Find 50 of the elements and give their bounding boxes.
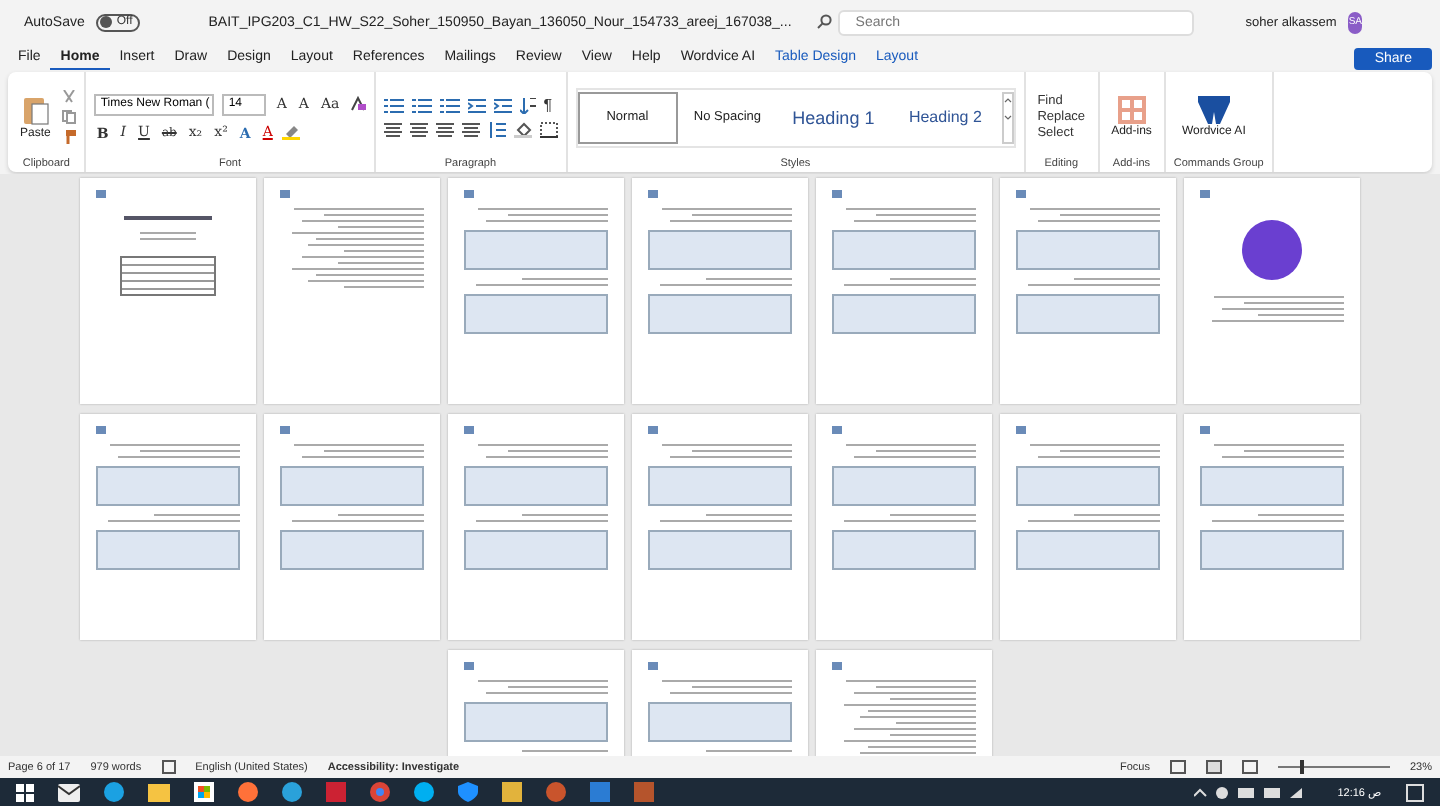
page-thumbnail[interactable]	[448, 414, 624, 640]
indent-icon[interactable]	[467, 97, 486, 113]
page-thumbnail[interactable]	[1000, 414, 1176, 640]
proofing-icon[interactable]	[161, 760, 176, 774]
store-icon[interactable]	[194, 782, 214, 802]
copy-icon[interactable]	[62, 110, 77, 124]
page-thumbnail[interactable]	[632, 414, 808, 640]
view-mode-icon[interactable]	[1241, 760, 1258, 774]
sort-icon[interactable]	[519, 97, 536, 113]
view-mode-icon[interactable]	[1169, 760, 1186, 774]
shield-icon[interactable]	[458, 782, 478, 802]
zoom-slider-thumb[interactable]	[1300, 760, 1305, 774]
align-icon[interactable]	[383, 122, 402, 138]
page-thumbnail[interactable]	[1184, 414, 1360, 640]
page-thumbnail[interactable]	[80, 178, 256, 404]
grid-icon	[1117, 96, 1146, 124]
page-thumbnail[interactable]	[448, 178, 624, 404]
list-icon[interactable]	[383, 97, 404, 113]
align-icon[interactable]	[409, 122, 428, 138]
indent-icon[interactable]	[493, 97, 512, 113]
page-thumbnail[interactable]	[264, 178, 440, 404]
page-thumbnail[interactable]	[816, 414, 992, 640]
mail-icon[interactable]	[58, 783, 80, 801]
notification-icon[interactable]	[1406, 783, 1424, 801]
align-icon[interactable]	[461, 122, 480, 138]
highlight-icon[interactable]	[282, 124, 301, 140]
shading-icon[interactable]	[513, 122, 532, 138]
list-icon[interactable]	[411, 97, 432, 113]
line-spacing-icon[interactable]	[487, 122, 506, 138]
clear-formatting-icon[interactable]	[349, 96, 366, 112]
view-mode-icon[interactable]	[1205, 760, 1222, 774]
page-thumbnail[interactable]	[80, 414, 256, 640]
app-icon[interactable]	[546, 782, 566, 802]
page-thumbnail[interactable]	[632, 178, 808, 404]
clipboard-icon	[21, 94, 50, 126]
align-icon[interactable]	[435, 122, 454, 138]
browser-icon[interactable]	[104, 782, 124, 802]
page-thumbnail[interactable]	[1184, 178, 1360, 404]
start-icon[interactable]	[16, 783, 34, 801]
page-thumbnail[interactable]	[1000, 178, 1176, 404]
format-painter-icon[interactable]	[62, 130, 77, 144]
page-thumbnail[interactable]	[816, 178, 992, 404]
show-formatting-button[interactable]: ¶	[543, 96, 552, 114]
cut-icon[interactable]	[62, 90, 77, 104]
list-icon[interactable]	[439, 97, 460, 113]
page-thumbnail[interactable]	[264, 414, 440, 640]
folder-icon[interactable]	[148, 783, 170, 801]
search-icon[interactable]	[815, 14, 832, 30]
borders-icon[interactable]	[539, 122, 558, 138]
wordvice-logo-icon	[1197, 96, 1230, 124]
